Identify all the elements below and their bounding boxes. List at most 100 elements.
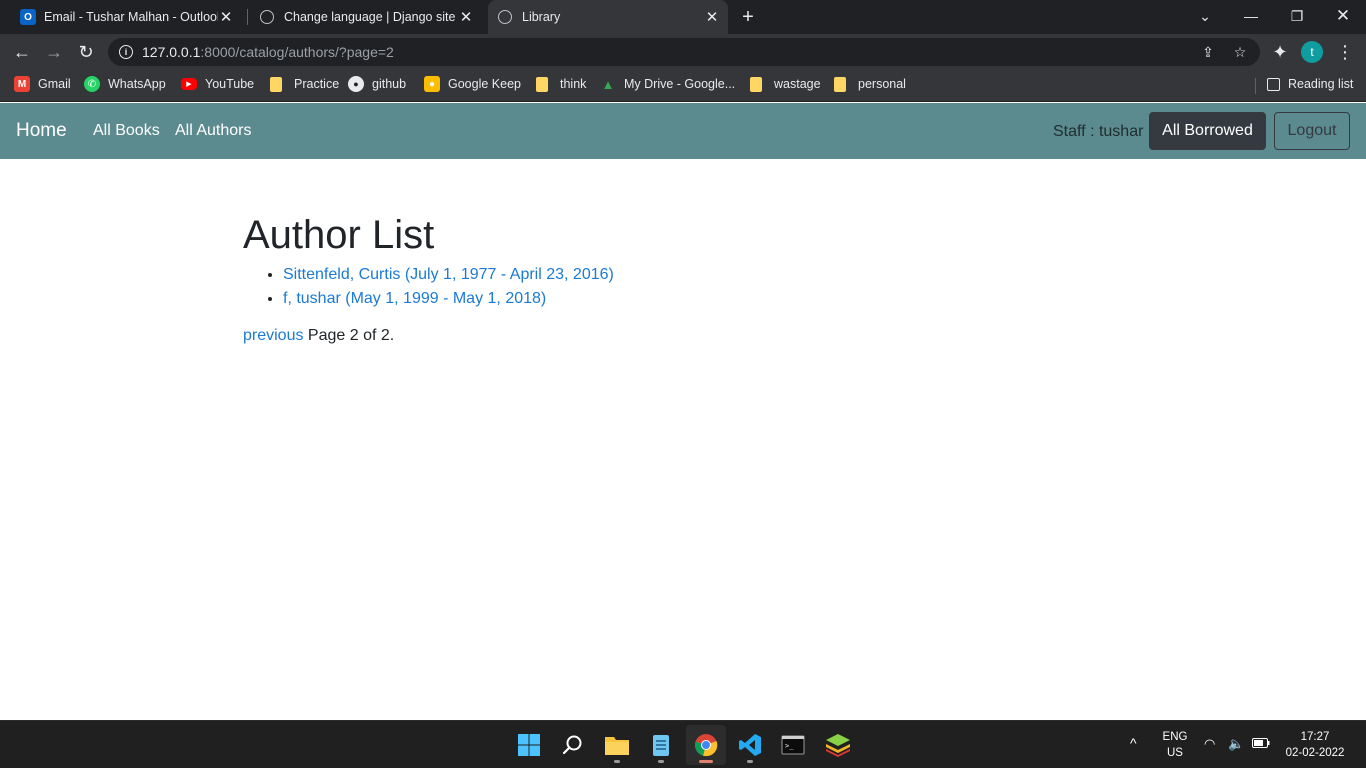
- bookmark-my-drive[interactable]: ▲ My Drive - Google...: [600, 70, 736, 98]
- author-link[interactable]: Sittenfeld, Curtis (July 1, 1977 - April…: [283, 266, 614, 283]
- bookmark-google-keep[interactable]: ● Google Keep: [424, 70, 521, 98]
- language-indicator[interactable]: ENG US: [1160, 729, 1190, 761]
- bookmark-github[interactable]: ● github: [348, 70, 406, 98]
- folder-icon: [270, 76, 282, 92]
- reading-list-icon: [1267, 77, 1280, 91]
- pagination: previous Page 2 of 2.: [243, 327, 1143, 345]
- author-link[interactable]: f, tushar (May 1, 1999 - May 1, 2018): [283, 290, 546, 307]
- bookmarks-bar: M Gmail ✆ WhatsApp ▶ YouTube Practice ● …: [0, 70, 1366, 102]
- previous-page-link[interactable]: previous: [243, 327, 303, 344]
- restore-icon[interactable]: ❐: [1274, 0, 1320, 32]
- youtube-icon: ▶: [181, 78, 197, 90]
- whatsapp-icon: ✆: [84, 76, 100, 92]
- address-url: 127.0.0.1:8000/catalog/authors/?page=2: [142, 44, 394, 60]
- file-explorer-icon[interactable]: [597, 725, 637, 765]
- running-indicator: [614, 760, 620, 763]
- author-list: Sittenfeld, Curtis (July 1, 1977 - April…: [283, 263, 1143, 311]
- keyboard-region: US: [1167, 747, 1183, 759]
- url-host: 127.0.0.1: [142, 44, 201, 60]
- wifi-icon[interactable]: ◠: [1204, 736, 1215, 752]
- share-icon[interactable]: ⇪: [1200, 44, 1216, 60]
- reload-icon[interactable]: ↻: [72, 38, 100, 66]
- bluestacks-icon[interactable]: [818, 725, 858, 765]
- outlook-icon: O: [20, 9, 36, 25]
- running-indicator: [699, 760, 713, 763]
- windows-taskbar: >_ ^ ENG US ◠ 🔈 17:27 02-02-2022: [0, 720, 1366, 768]
- github-icon: ●: [348, 76, 364, 92]
- bookmark-personal[interactable]: personal: [834, 70, 906, 98]
- folder-icon: [536, 76, 548, 92]
- browser-toolbar: ← → ↻ i 127.0.0.1:8000/catalog/authors/?…: [0, 34, 1366, 70]
- site-navbar: Home All Books All Authors Staff : tusha…: [0, 103, 1366, 159]
- extensions-puzzle-icon[interactable]: ✦: [1266, 38, 1294, 66]
- bookmark-think[interactable]: think: [536, 70, 586, 98]
- notepad-icon[interactable]: [641, 725, 681, 765]
- browser-tab-strip: O Email - Tushar Malhan - Outlook ✕ Chan…: [0, 0, 1366, 34]
- home-link[interactable]: Home: [16, 120, 67, 142]
- tab-title: Change language | Django site admin: [284, 10, 458, 24]
- new-tab-button[interactable]: +: [737, 5, 759, 29]
- close-tab-icon[interactable]: ✕: [458, 9, 474, 26]
- search-icon[interactable]: [553, 725, 593, 765]
- clock[interactable]: 17:27 02-02-2022: [1280, 729, 1350, 761]
- bookmark-star-icon[interactable]: ☆: [1232, 44, 1248, 60]
- url-path: :8000/catalog/authors/?page=2: [200, 44, 394, 60]
- main-content: Author List Sittenfeld, Curtis (July 1, …: [243, 159, 1143, 345]
- staff-user-label: Staff : tushar: [1053, 123, 1144, 140]
- profile-avatar[interactable]: t: [1301, 41, 1323, 63]
- tab-title: Library: [522, 10, 561, 24]
- close-tab-icon[interactable]: ✕: [704, 9, 720, 26]
- bookmark-label: Google Keep: [448, 77, 521, 91]
- bookmark-whatsapp[interactable]: ✆ WhatsApp: [84, 70, 166, 98]
- bookmark-label: Practice: [294, 77, 340, 91]
- reading-list-button[interactable]: Reading list: [1267, 70, 1353, 98]
- svg-text:>_: >_: [785, 742, 794, 750]
- google-keep-icon: ●: [424, 76, 440, 92]
- tab-search-chevron-icon[interactable]: ⌄: [1182, 0, 1228, 32]
- bookmark-practice[interactable]: Practice: [270, 70, 339, 98]
- globe-icon: [498, 10, 512, 24]
- running-indicator: [658, 760, 664, 763]
- battery-icon[interactable]: [1252, 737, 1270, 753]
- tab-outlook[interactable]: O Email - Tushar Malhan - Outlook ✕: [10, 0, 242, 34]
- chrome-icon[interactable]: [686, 725, 726, 765]
- bookmark-youtube[interactable]: ▶ YouTube: [181, 70, 254, 98]
- terminal-icon[interactable]: >_: [773, 725, 813, 765]
- bookmark-gmail[interactable]: M Gmail: [14, 70, 71, 98]
- address-bar[interactable]: i 127.0.0.1:8000/catalog/authors/?page=2…: [108, 38, 1260, 66]
- windows-start-icon[interactable]: [509, 725, 549, 765]
- tab-django-admin[interactable]: Change language | Django site admin ✕: [250, 0, 482, 34]
- nav-all-authors[interactable]: All Authors: [175, 122, 251, 140]
- minimize-icon[interactable]: —: [1228, 0, 1274, 32]
- list-item: f, tushar (May 1, 1999 - May 1, 2018): [283, 287, 1143, 311]
- bookmark-label: My Drive - Google...: [624, 77, 736, 91]
- gmail-icon: M: [14, 76, 30, 92]
- volume-icon[interactable]: 🔈: [1228, 736, 1244, 752]
- tab-title: Email - Tushar Malhan - Outlook: [44, 10, 218, 24]
- close-window-icon[interactable]: ✕: [1320, 0, 1366, 32]
- menu-kebab-icon[interactable]: ⋮: [1331, 38, 1359, 66]
- tab-library[interactable]: Library ✕: [488, 0, 728, 34]
- show-hidden-icons-chevron-icon[interactable]: ^: [1130, 735, 1137, 751]
- bookmark-label: Gmail: [38, 77, 71, 91]
- bookmark-wastage[interactable]: wastage: [750, 70, 821, 98]
- close-tab-icon[interactable]: ✕: [218, 9, 234, 26]
- bookmark-label: github: [372, 77, 407, 91]
- nav-all-books[interactable]: All Books: [93, 122, 160, 140]
- logout-button[interactable]: Logout: [1274, 112, 1350, 150]
- language-code: ENG: [1162, 731, 1188, 743]
- clock-time: 17:27: [1300, 731, 1330, 743]
- bookmark-label: personal: [858, 77, 906, 91]
- back-arrow-icon[interactable]: ←: [8, 38, 36, 66]
- all-borrowed-button[interactable]: All Borrowed: [1149, 112, 1266, 150]
- bookmark-label: wastage: [774, 77, 821, 91]
- bookmarks-divider: [1255, 78, 1256, 94]
- bookmark-label: WhatsApp: [108, 77, 166, 91]
- vscode-icon[interactable]: [730, 725, 770, 765]
- google-drive-icon: ▲: [601, 76, 615, 92]
- globe-icon: [260, 10, 274, 24]
- list-item: Sittenfeld, Curtis (July 1, 1977 - April…: [283, 263, 1143, 287]
- site-info-icon[interactable]: i: [119, 45, 133, 59]
- forward-arrow-icon[interactable]: →: [40, 38, 68, 66]
- bookmark-label: YouTube: [205, 77, 255, 91]
